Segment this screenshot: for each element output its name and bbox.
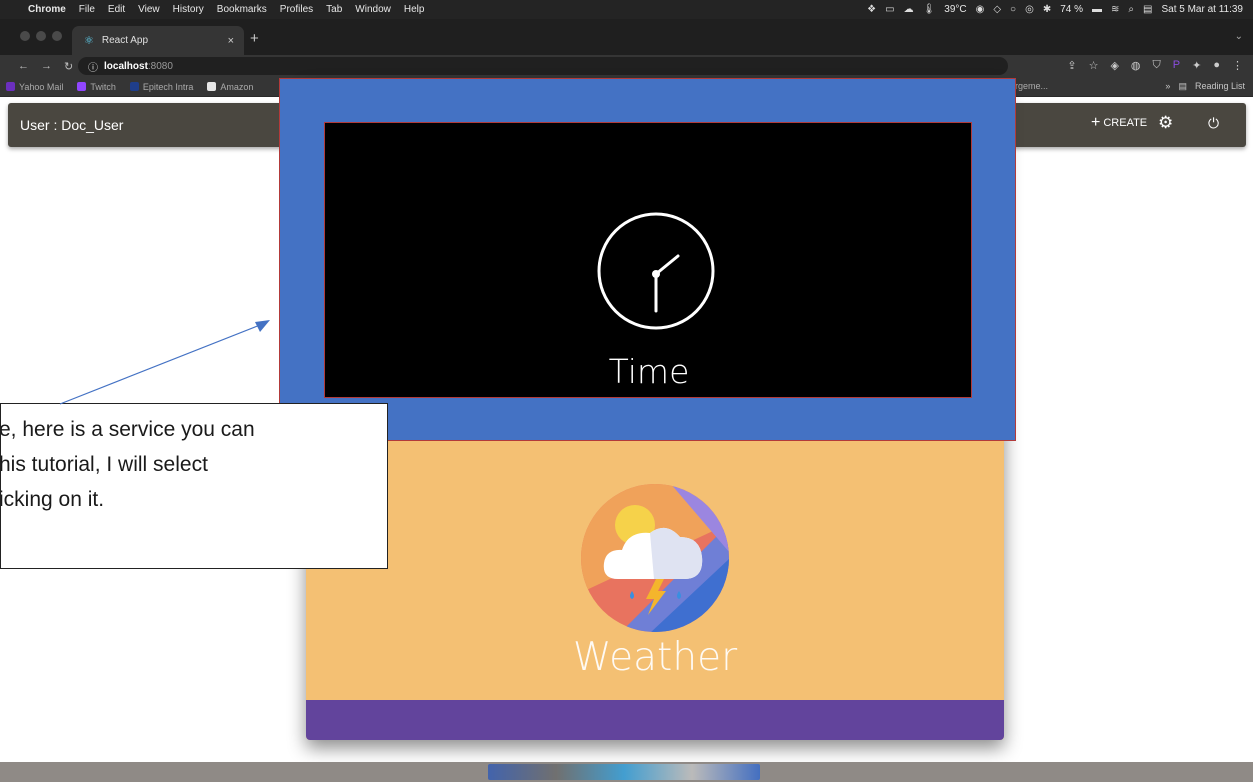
back-arrow-icon[interactable]: ←: [18, 60, 29, 73]
window-zoom-button[interactable]: [52, 31, 62, 41]
amazon-icon: [207, 82, 217, 91]
gear-icon[interactable]: ⚙: [1158, 113, 1173, 133]
macos-menu-bar: Chrome File Edit View History Bookmarks …: [0, 0, 1253, 19]
callout-line-3: icking on it.: [0, 488, 105, 511]
reading-list-icon[interactable]: ▤: [1178, 81, 1187, 92]
close-tab-icon[interactable]: ×: [228, 35, 234, 47]
browser-tab-strip: ⚛ React App × + ⌄: [0, 19, 1253, 55]
share-icon[interactable]: ⇪: [1067, 59, 1076, 72]
create-label: CREATE: [1103, 117, 1148, 129]
user-label: User : Doc_User: [20, 117, 124, 133]
epitech-icon: [129, 82, 139, 91]
cloud-icon[interactable]: ☁: [904, 4, 914, 15]
menu-file[interactable]: File: [79, 4, 95, 15]
reload-icon[interactable]: ↻: [64, 60, 73, 73]
menu-clock[interactable]: Sat 5 Mar at 11:39: [1161, 4, 1243, 15]
weather-service-label[interactable]: Weather: [306, 635, 1004, 680]
menu-help[interactable]: Help: [404, 4, 425, 15]
menu-view[interactable]: View: [138, 4, 160, 15]
tab-search-chevron-icon[interactable]: ⌄: [1235, 31, 1243, 42]
react-favicon-icon: ⚛: [84, 35, 94, 47]
yahoo-icon: [6, 82, 15, 91]
temperature-reading[interactable]: 39°C: [944, 4, 966, 15]
more-menu-icon[interactable]: ⋮: [1232, 59, 1243, 72]
wifi-icon[interactable]: ≋: [1111, 4, 1119, 15]
new-tab-button[interactable]: +: [250, 30, 259, 47]
callout-line-1: e, here is a service you can: [0, 418, 255, 441]
time-service-card[interactable]: Time: [324, 122, 972, 398]
forward-arrow-icon[interactable]: →: [41, 60, 52, 73]
create-button[interactable]: + CREATE: [1091, 114, 1148, 131]
tutorial-callout: e, here is a service you can his tutoria…: [0, 403, 388, 569]
search-icon[interactable]: ⌕: [1128, 4, 1134, 15]
circle-icon[interactable]: ○: [1010, 4, 1016, 15]
info-icon[interactable]: ⓘ: [88, 59, 98, 74]
menu-history[interactable]: History: [173, 4, 204, 15]
bookmark-partial[interactable]: rgeme...: [1015, 81, 1048, 91]
callout-line-2: his tutorial, I will select: [0, 453, 208, 476]
browser-tab[interactable]: ⚛ React App ×: [72, 26, 244, 55]
more-bookmarks-button[interactable]: »: [1165, 81, 1170, 92]
menu-window[interactable]: Window: [355, 4, 391, 15]
service-tile-purple[interactable]: [306, 700, 1004, 740]
window-close-button[interactable]: [20, 31, 30, 41]
bluetooth-icon[interactable]: ✱: [1043, 4, 1051, 15]
address-bar[interactable]: ⓘ localhost:8080: [78, 57, 1008, 75]
dropbox-icon[interactable]: ❖: [867, 4, 876, 15]
display-icon[interactable]: ▭: [885, 4, 894, 15]
extension-icon[interactable]: ◍: [1131, 59, 1141, 72]
battery-icon[interactable]: ▬: [1092, 4, 1102, 15]
bookmark-yahoo-mail[interactable]: Yahoo Mail: [6, 82, 63, 92]
clock-icon: [597, 212, 715, 330]
time-service-tile[interactable]: Time: [279, 78, 1016, 441]
battery-percent[interactable]: 74 %: [1060, 4, 1083, 15]
menu-profiles[interactable]: Profiles: [280, 4, 313, 15]
menu-app-name[interactable]: Chrome: [28, 4, 66, 15]
window-minimize-button[interactable]: [36, 31, 46, 41]
address-host: localhost: [104, 60, 148, 72]
control-center-icon[interactable]: ▤: [1143, 4, 1152, 15]
profile-avatar-icon[interactable]: ●: [1213, 59, 1220, 72]
shield-icon[interactable]: ⛉: [1153, 59, 1161, 72]
dock-app-icons[interactable]: [488, 764, 760, 780]
reading-list-button[interactable]: Reading List: [1195, 81, 1245, 92]
bookmark-star-icon[interactable]: ☆: [1089, 59, 1099, 72]
status-icon[interactable]: ◉: [976, 4, 985, 15]
extension-icon[interactable]: ◈: [1110, 59, 1118, 72]
time-service-label: Time: [608, 352, 690, 391]
twitch-icon: [77, 82, 87, 91]
tab-title: React App: [101, 35, 149, 46]
power-icon[interactable]: ⏻: [1208, 115, 1219, 132]
menu-edit[interactable]: Edit: [108, 4, 125, 15]
thermometer-icon[interactable]: 🌡: [923, 4, 936, 15]
bookmark-epitech-intra[interactable]: Epitech Intra: [129, 82, 193, 92]
diamond-icon[interactable]: ◇: [993, 4, 1001, 15]
bookmarks-right: » ▤ Reading List: [1165, 81, 1245, 92]
macos-dock: [0, 762, 1253, 782]
menu-tab[interactable]: Tab: [326, 4, 342, 15]
puzzle-icon[interactable]: ✦: [1192, 59, 1201, 72]
plus-icon: +: [1091, 114, 1101, 131]
menu-bookmarks[interactable]: Bookmarks: [217, 4, 267, 15]
weather-icon[interactable]: [580, 483, 730, 633]
browser-toolbar: ← → ↻ ⓘ localhost:8080 ⇪ ☆ ◈ ◍ ⛉ P ✦ ● ⋮: [0, 55, 1253, 77]
address-port: :8080: [147, 60, 173, 72]
bookmark-amazon[interactable]: Amazon: [207, 82, 253, 92]
airdrop-icon[interactable]: ◎: [1025, 4, 1034, 15]
extension-p-icon[interactable]: P: [1173, 59, 1180, 72]
bookmark-twitch[interactable]: Twitch: [77, 82, 116, 92]
